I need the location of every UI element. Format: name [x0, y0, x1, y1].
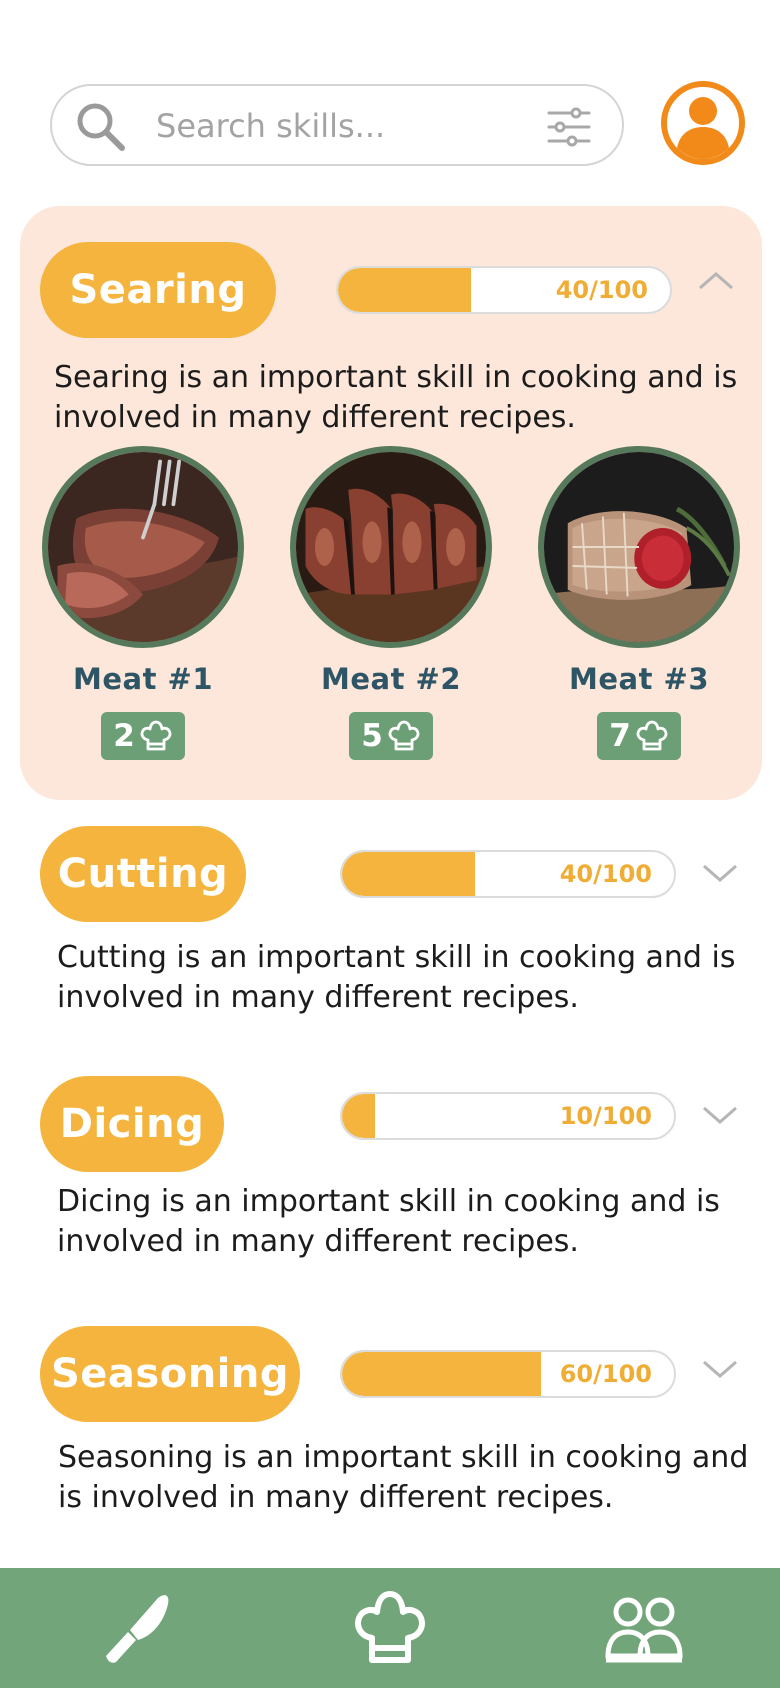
meat-photo[interactable] [290, 446, 492, 648]
progress-fill [342, 1094, 376, 1138]
meat-name: Meat #2 [320, 662, 462, 696]
skill-title-pill[interactable]: Seasoning [40, 1326, 300, 1422]
chevron-down-icon[interactable] [700, 1356, 740, 1384]
chef-hat-icon [355, 1591, 425, 1663]
filter-sliders-icon[interactable] [546, 106, 592, 148]
skill-description: Cutting is an important skill in cooking… [57, 940, 736, 1015]
skill-description: Searing is an important skill in cooking… [54, 360, 738, 435]
knife-icon [106, 1595, 169, 1663]
meat-card-1[interactable]: Meat #1 2 [40, 446, 246, 760]
chevron-down-icon[interactable] [700, 860, 740, 888]
progress-text: 60/100 [559, 1360, 652, 1388]
user-avatar-icon[interactable] [660, 80, 746, 166]
skill-progress-bar: 40/100 [340, 850, 676, 898]
skill-progress-bar: 60/100 [340, 1350, 676, 1398]
skill-title-pill[interactable]: Dicing [40, 1076, 224, 1172]
nav-skills[interactable] [98, 1590, 178, 1666]
skill-title-pill[interactable]: Searing [40, 242, 276, 338]
chevron-down-icon[interactable] [700, 1102, 740, 1130]
chef-hat-icon [140, 720, 172, 751]
search-bar[interactable] [50, 84, 624, 166]
meat-name: Meat #1 [72, 662, 214, 696]
chevron-up-icon[interactable] [696, 266, 736, 294]
meat-photo[interactable] [42, 446, 244, 648]
skill-card-seasoning: Seasoning 60/100 Seasoning is an importa… [20, 1326, 762, 1526]
progress-text: 40/100 [559, 860, 652, 888]
meat-count: 7 [609, 718, 631, 754]
chef-hat-icon [388, 720, 420, 751]
meat-count: 2 [113, 718, 135, 754]
skill-card-dicing: Dicing 10/100 Dicing is an important ski… [20, 1076, 762, 1276]
meat-count-badge: 2 [101, 712, 185, 760]
progress-text: 40/100 [555, 276, 648, 304]
meat-count: 5 [361, 718, 383, 754]
skill-description: Dicing is an important skill in cooking … [57, 1184, 720, 1259]
people-icon [605, 1597, 683, 1663]
chef-hat-icon [636, 720, 668, 751]
bottom-navigation [0, 1568, 780, 1688]
skill-progress-bar: 10/100 [340, 1092, 676, 1140]
meat-count-badge: 5 [349, 712, 433, 760]
skill-description: Seasoning is an important skill in cooki… [58, 1440, 749, 1515]
meat-name: Meat #3 [568, 662, 710, 696]
search-icon [77, 103, 125, 151]
nav-community[interactable] [604, 1590, 684, 1666]
skill-card-searing: Searing 40/100 Searing is an important s… [20, 206, 762, 800]
progress-fill [342, 852, 475, 896]
progress-text: 10/100 [559, 1102, 652, 1130]
progress-fill [338, 268, 471, 312]
skill-card-cutting: Cutting 40/100 Cutting is an important s… [20, 826, 762, 1026]
skill-progress-bar: 40/100 [336, 266, 672, 314]
meat-count-badge: 7 [597, 712, 681, 760]
meat-photo[interactable] [538, 446, 740, 648]
skill-title-pill[interactable]: Cutting [40, 826, 246, 922]
meat-card-3[interactable]: Meat #3 7 [536, 446, 742, 760]
search-input[interactable] [156, 102, 536, 150]
nav-recipes[interactable] [350, 1590, 430, 1666]
meat-card-2[interactable]: Meat #2 5 [288, 446, 494, 760]
progress-fill [342, 1352, 542, 1396]
